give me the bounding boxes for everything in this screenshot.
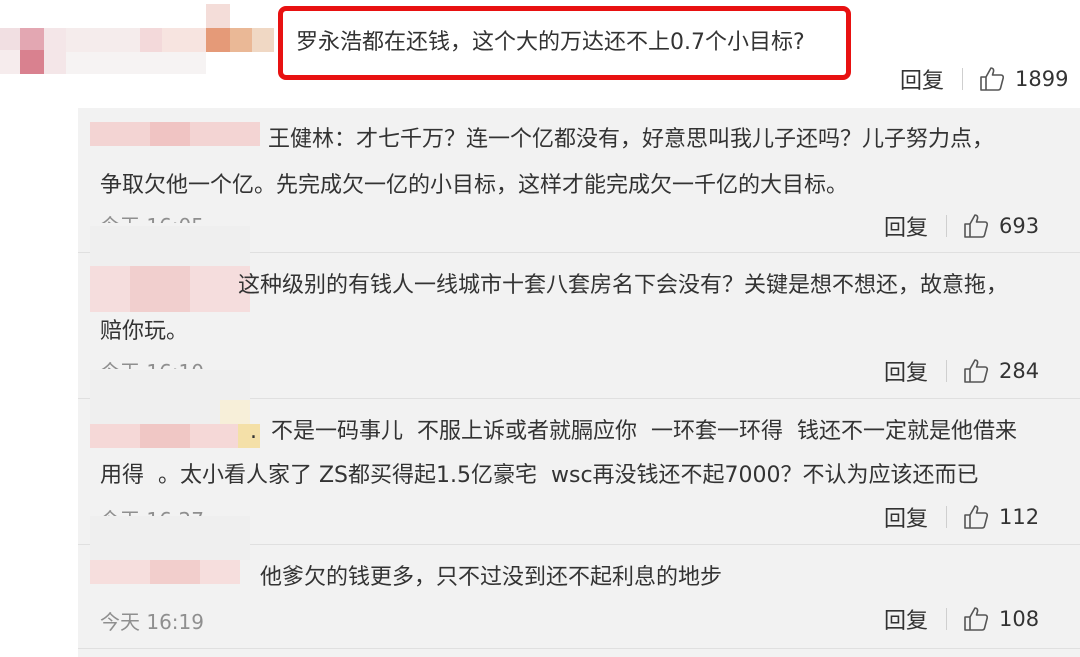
- reply-text-line2: 争取欠他一个亿。先完成欠一亿的小目标，这样才能完成欠一千亿的大目标。: [100, 173, 849, 198]
- reply-button[interactable]: 回复: [884, 355, 928, 387]
- reply-text-line2: 赔你玩。: [100, 319, 189, 344]
- main-comment-text: 罗永浩都在还钱，这个大的万达还不上0.7个小目标?: [296, 30, 805, 55]
- reply-divider: [78, 648, 1080, 649]
- reply-avatar-mosaic: [90, 122, 260, 146]
- reply-button[interactable]: 回复: [884, 603, 928, 635]
- reply-text: 王健林：才七千万？连一个亿都没有，好意思叫我儿子还吗？儿子努力点，: [268, 127, 995, 152]
- thumbs-up-icon[interactable]: [963, 213, 989, 239]
- reply-text: . 不是一码事儿 不服上诉或者就膈应你 一环套一环得 钱还不一定就是他借来: [250, 419, 1017, 444]
- like-count: 108: [999, 607, 1040, 631]
- reply-button[interactable]: 回复: [900, 63, 944, 95]
- reply-button[interactable]: 回复: [884, 210, 928, 242]
- like-count: 1899: [1015, 67, 1069, 91]
- reply-text: 这种级别的有钱人一线城市十套八套房名下会没有？关键是想不想还，故意拖，: [238, 273, 1009, 298]
- thumbs-up-icon[interactable]: [963, 504, 989, 530]
- divider: [946, 215, 948, 237]
- reply-avatar-mosaic: [90, 370, 260, 448]
- reply-avatar-mosaic: [90, 516, 250, 586]
- divider: [946, 608, 948, 630]
- divider: [946, 360, 948, 382]
- reply-actions: 回复 693: [884, 211, 1039, 241]
- reply-text-line2: 用得 。太小看人家了 ZS都买得起1.5亿豪宅 wsc再没钱还不起7000？不认…: [100, 463, 979, 488]
- like-count: 284: [999, 359, 1040, 383]
- thumbs-up-icon[interactable]: [963, 606, 989, 632]
- reply-button[interactable]: 回复: [884, 501, 928, 533]
- main-comment-actions: 回复 1899: [900, 64, 1068, 94]
- divider: [946, 506, 948, 528]
- reply-actions: 回复 284: [884, 356, 1039, 386]
- thumbs-up-icon[interactable]: [963, 358, 989, 384]
- main-commenter-mosaic: [0, 0, 278, 100]
- reply-actions: 回复 112: [884, 502, 1039, 532]
- reply-text: 他爹欠的钱更多，只不过没到还不起利息的地步: [260, 565, 723, 590]
- reply-avatar-mosaic: [90, 226, 250, 312]
- thumbs-up-icon[interactable]: [979, 66, 1005, 92]
- divider: [962, 68, 964, 90]
- replies-panel: 王健林：才七千万？连一个亿都没有，好意思叫我儿子还吗？儿子努力点， 争取欠他一个…: [78, 108, 1080, 657]
- reply-time: 今天 16:19: [100, 610, 204, 634]
- like-count: 112: [999, 505, 1040, 529]
- comment-thread: 罗永浩都在还钱，这个大的万达还不上0.7个小目标? 回复 1899 王健林：才七…: [0, 0, 1080, 657]
- reply-actions: 回复 108: [884, 604, 1039, 634]
- like-count: 693: [999, 214, 1040, 238]
